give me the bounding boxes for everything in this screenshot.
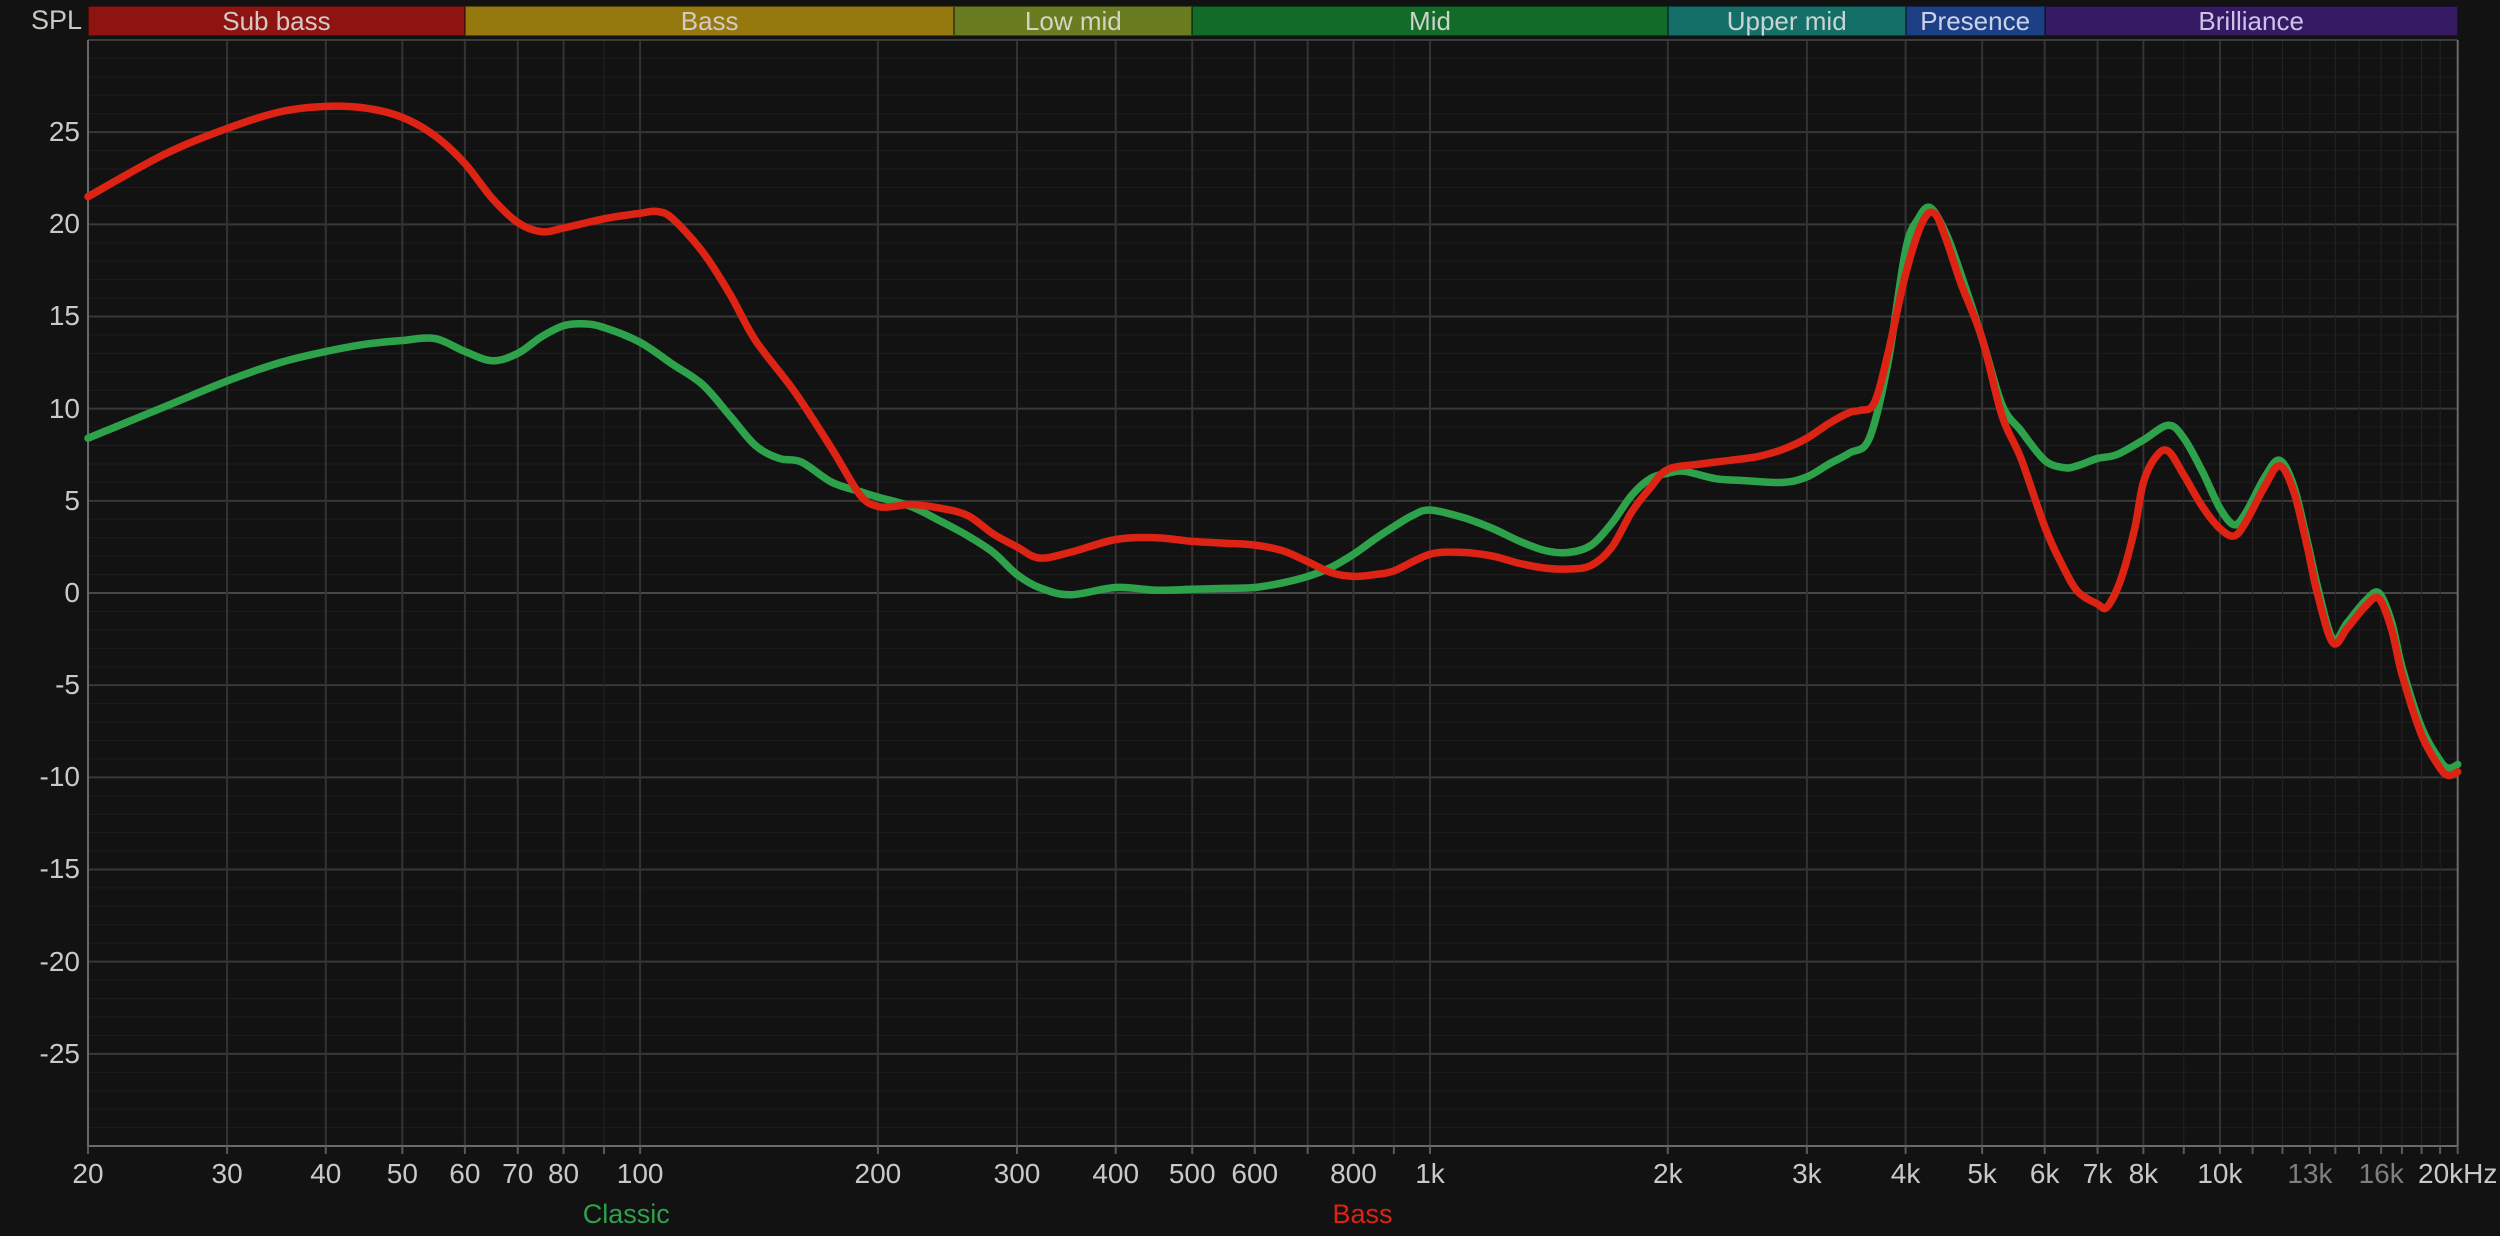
curve-bass (84, 102, 2462, 780)
y-tick-label: 15 (48, 300, 80, 332)
x-tick-label-20khz: 20kHz (2418, 1158, 2498, 1189)
y-tick-label: 20 (48, 208, 80, 240)
frequency-response-graph: SPL Sub bass Bass Low mid Mid Upper mid Prese… (0, 0, 2500, 1236)
x-tick-label-100: 100 (616, 1158, 664, 1189)
curve-classic (84, 203, 2462, 772)
y-tick-label: 5 (64, 484, 80, 516)
x-tick-label-2k: 2k (1653, 1158, 1683, 1189)
plot-area (84, 39, 2462, 1154)
y-tick-label: 10 (48, 392, 80, 424)
x-tick-label-200: 200 (854, 1158, 902, 1189)
y-tick-label: 25 (48, 116, 80, 148)
x-tick-label-20: 20 (72, 1158, 104, 1189)
x-tick-label-1k: 1k (1415, 1158, 1445, 1189)
legend-bass: Bass (1332, 1199, 1393, 1229)
y-tick-label: -5 (55, 669, 80, 701)
legend-classic: Classic (582, 1199, 670, 1229)
y-tick-label: -15 (39, 853, 80, 885)
y-tick-label: -25 (39, 1037, 80, 1069)
y-tick-label: 0 (64, 576, 80, 608)
y-tick-label: -10 (39, 761, 80, 793)
y-tick-label: -20 (39, 945, 80, 977)
